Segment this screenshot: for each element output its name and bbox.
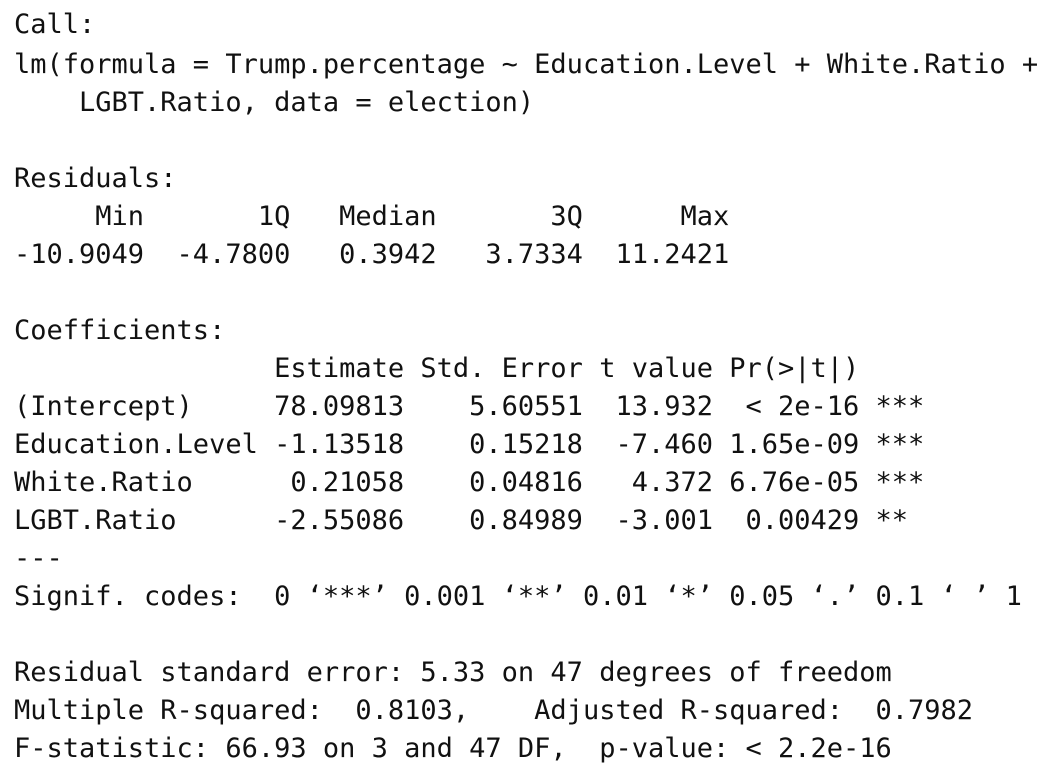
f-statistic-line: F-statistic: 66.93 on 3 and 47 DF, p-val… <box>14 733 892 764</box>
residuals-header: Min 1Q Median 3Q Max <box>14 201 730 232</box>
coefficient-row-white-ratio: White.Ratio 0.21058 0.04816 4.372 6.76e-… <box>14 467 925 498</box>
residuals-label: Residuals: <box>14 163 177 194</box>
coefficients-label: Coefficients: <box>14 315 226 346</box>
r-console-output: Call: lm(formula = Trump.percentage ~ Ed… <box>0 0 1058 775</box>
residual-standard-error-line: Residual standard error: 5.33 on 47 degr… <box>14 657 892 688</box>
call-formula-line-1: lm(formula = Trump.percentage ~ Educatio… <box>14 49 1039 80</box>
coefficient-row-education-level: Education.Level -1.13518 0.15218 -7.460 … <box>14 429 925 460</box>
coefficient-row-intercept: (Intercept) 78.09813 5.60551 13.932 < 2e… <box>14 391 925 422</box>
coefficient-row-lgbt-ratio: LGBT.Ratio -2.55086 0.84989 -3.001 0.004… <box>14 505 909 536</box>
call-label: Call: <box>14 9 96 40</box>
coefficients-header: Estimate Std. Error t value Pr(>|t|) <box>14 353 860 384</box>
call-formula-line-2: LGBT.Ratio, data = election) <box>14 87 535 118</box>
separator-line: --- <box>14 543 63 574</box>
residuals-values: -10.9049 -4.7800 0.3942 3.7334 11.2421 <box>14 239 730 270</box>
signif-codes-line: Signif. codes: 0 ‘***’ 0.001 ‘**’ 0.01 ‘… <box>14 581 1022 612</box>
r-squared-line: Multiple R-squared: 0.8103, Adjusted R-s… <box>14 695 974 726</box>
